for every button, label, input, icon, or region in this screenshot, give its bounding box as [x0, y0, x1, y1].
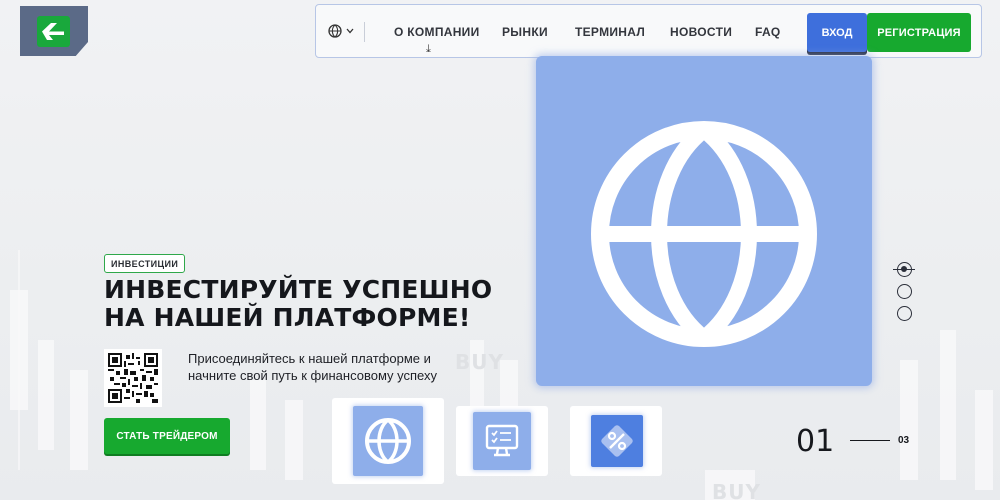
monitor-checklist-icon: [485, 424, 519, 457]
globe-icon: [328, 24, 342, 38]
nav-item-company[interactable]: О КОМПАНИИ: [394, 25, 480, 39]
main-navigation: О КОМПАНИИ ⤓ РЫНКИ ТЕРМИНАЛ НОВОСТИ FAQ …: [315, 4, 982, 58]
nav-item-markets[interactable]: РЫНКИ: [502, 25, 548, 39]
chevron-down-icon: [346, 28, 354, 34]
nav-item-faq[interactable]: FAQ: [755, 25, 781, 39]
slider-dot-2[interactable]: [897, 284, 912, 299]
thumbnail-image: [591, 415, 643, 467]
qr-code[interactable]: [104, 349, 162, 407]
hero-illustration: [536, 56, 872, 386]
site-logo[interactable]: [20, 6, 88, 56]
register-button[interactable]: РЕГИСТРАЦИЯ: [867, 13, 971, 52]
title-line-1: ИНВЕСТИРУЙТЕ УСПЕШНО: [104, 275, 493, 304]
page-title: ИНВЕСТИРУЙТЕ УСПЕШНО НА НАШЕЙ ПЛАТФОРМЕ!: [104, 276, 492, 332]
logo-mark-icon: [37, 16, 70, 47]
slider-dot-3[interactable]: [897, 306, 912, 321]
qr-code-icon: [108, 353, 158, 403]
thumbnail-image: [353, 406, 423, 476]
globe-icon: [591, 121, 817, 347]
title-line-2: НА НАШЕЙ ПЛАТФОРМЕ!: [104, 303, 471, 332]
category-badge: ИНВЕСТИЦИИ: [104, 254, 186, 273]
slide-counter-total: 03: [898, 435, 910, 446]
slide-thumbnail-3[interactable]: [570, 406, 662, 476]
nav-item-terminal[interactable]: ТЕРМИНАЛ: [575, 25, 645, 39]
hero-subtitle: Присоединяйтесь к нашей платформе и начн…: [188, 350, 478, 384]
slide-counter-divider: [850, 440, 890, 441]
subtitle-line-1: Присоединяйтесь к нашей платформе и: [188, 351, 431, 366]
nav-item-news[interactable]: НОВОСТИ: [670, 25, 732, 39]
slide-thumbnail-2[interactable]: [456, 406, 548, 476]
nav-divider: [364, 22, 365, 42]
become-trader-button[interactable]: СТАТЬ ТРЕЙДЕРОМ: [104, 418, 230, 454]
thumbnail-image: [473, 412, 531, 470]
arrow-down-icon: ⤓: [426, 43, 431, 55]
login-button[interactable]: ВХОД: [807, 13, 867, 52]
globe-icon: [365, 418, 411, 464]
background-buy-label: BUY: [712, 480, 761, 500]
slide-thumbnail-1[interactable]: [332, 398, 444, 484]
slider-dot-1[interactable]: [897, 262, 912, 277]
language-selector[interactable]: [328, 24, 354, 38]
slide-counter-current: 01: [796, 424, 835, 459]
subtitle-line-2: начните свой путь к финансовому успеху: [188, 368, 437, 383]
percent-icon: [601, 425, 633, 457]
